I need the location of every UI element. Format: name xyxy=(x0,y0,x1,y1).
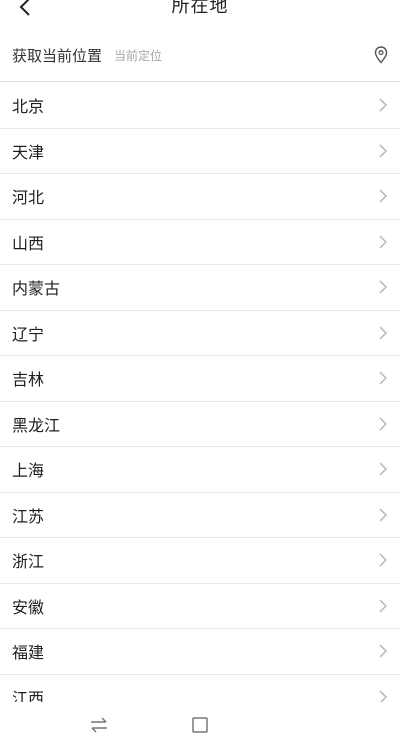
location-pin-icon xyxy=(374,46,388,64)
province-row[interactable]: 山西 xyxy=(0,218,400,265)
province-label: 北京 xyxy=(12,96,45,116)
get-current-location-row[interactable]: 获取当前位置 当前定位 xyxy=(0,32,400,78)
chevron-right-icon xyxy=(379,462,387,476)
get-location-label: 获取当前位置 xyxy=(12,46,103,65)
province-label: 浙江 xyxy=(12,552,45,572)
chevron-right-icon xyxy=(379,417,387,431)
province-row[interactable]: 北京 xyxy=(0,82,400,128)
province-row[interactable]: 天津 xyxy=(0,127,400,174)
province-row[interactable]: 浙江 xyxy=(0,537,400,583)
province-label: 辽宁 xyxy=(12,324,45,344)
chevron-right-icon xyxy=(379,144,387,158)
header-bar: 所在地 xyxy=(0,0,400,22)
chevron-right-icon xyxy=(379,189,387,203)
swap-arrows-icon[interactable] xyxy=(88,714,110,736)
page-title: 所在地 xyxy=(171,0,229,17)
chevron-right-icon xyxy=(379,371,387,385)
chevron-right-icon xyxy=(379,690,387,702)
province-label: 江苏 xyxy=(12,506,45,526)
chevron-right-icon xyxy=(379,553,387,567)
chevron-right-icon xyxy=(379,508,387,522)
chevron-right-icon xyxy=(379,599,387,613)
province-row[interactable]: 黑龙江 xyxy=(0,400,400,447)
province-label: 安徽 xyxy=(12,597,45,617)
province-row[interactable]: 福建 xyxy=(0,628,400,674)
province-row[interactable]: 江苏 xyxy=(0,491,400,538)
province-label: 黑龙江 xyxy=(12,415,61,435)
province-row[interactable]: 辽宁 xyxy=(0,309,400,356)
province-label: 河北 xyxy=(12,188,45,208)
province-label: 山西 xyxy=(12,233,45,253)
bottom-nav-bar xyxy=(0,702,400,751)
province-list: 北京天津河北山西内蒙古辽宁吉林黑龙江上海江苏浙江安徽福建江西 xyxy=(0,82,400,702)
province-label: 吉林 xyxy=(12,370,45,390)
chevron-right-icon xyxy=(379,98,387,112)
province-row[interactable]: 江西 xyxy=(0,673,400,702)
province-label: 江西 xyxy=(12,688,45,702)
chevron-right-icon xyxy=(379,644,387,658)
province-label: 内蒙古 xyxy=(12,279,61,299)
province-row[interactable]: 内蒙古 xyxy=(0,264,400,310)
province-row[interactable]: 安徽 xyxy=(0,582,400,629)
chevron-right-icon xyxy=(379,235,387,249)
province-row[interactable]: 上海 xyxy=(0,446,400,492)
province-label: 天津 xyxy=(12,142,45,162)
province-row[interactable]: 吉林 xyxy=(0,355,400,401)
province-label: 上海 xyxy=(12,461,45,481)
province-row[interactable]: 河北 xyxy=(0,173,400,219)
location-status: 当前定位 xyxy=(114,48,163,63)
square-icon[interactable] xyxy=(190,714,210,736)
chevron-right-icon xyxy=(379,280,387,294)
province-label: 福建 xyxy=(12,643,45,663)
chevron-right-icon xyxy=(379,326,387,340)
